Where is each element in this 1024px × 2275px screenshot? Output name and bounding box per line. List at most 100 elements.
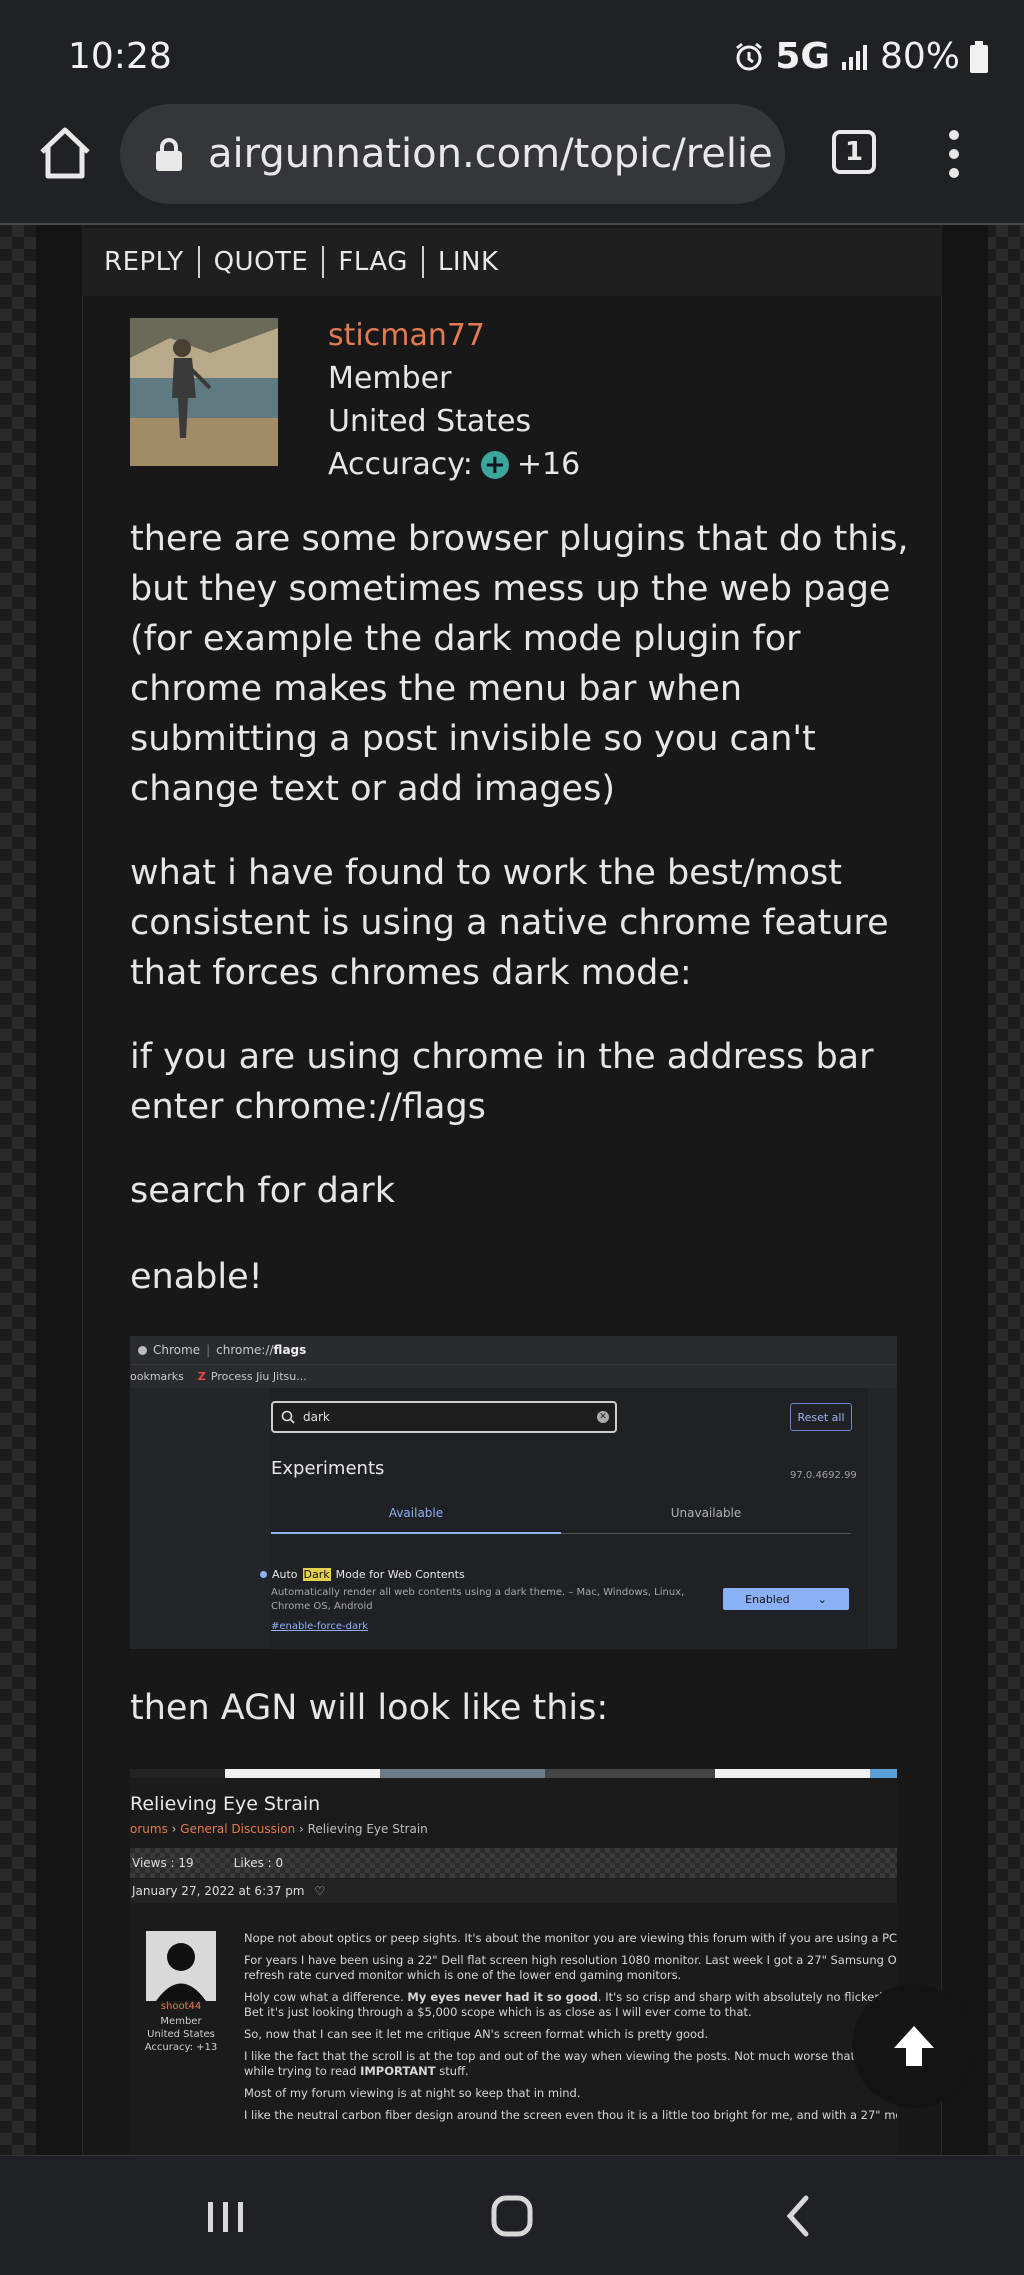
screenshot-paragraph: I like the fact that the scroll is at th… xyxy=(244,2049,897,2078)
home-icon[interactable] xyxy=(482,2186,542,2246)
screenshot-avatar xyxy=(146,1931,216,2001)
screenshot-post-text: Nope not about optics or peep sights. It… xyxy=(244,1931,897,2130)
post-paragraph: there are some browser plugins that do t… xyxy=(130,519,909,809)
accuracy-label: Accuracy: xyxy=(328,447,473,482)
screenshot-url-bold: flags xyxy=(273,1343,307,1357)
agn-dark-screenshot[interactable]: Relieving Eye Strain orums › General Dis… xyxy=(130,1769,897,2155)
post-paragraph: enable! xyxy=(130,1257,263,1297)
screenshot-paragraph: For years I have been using a 22" Dell f… xyxy=(244,1953,897,1982)
author-name[interactable]: sticman77 xyxy=(328,318,485,353)
address-bar[interactable]: airgunnation.com/topic/relie xyxy=(120,104,785,204)
avatar-photo xyxy=(130,318,278,466)
author-accuracy: Accuracy: + +16 xyxy=(328,447,580,482)
screenshot-search-box: dark ✕ xyxy=(271,1401,617,1433)
screenshot-user-accuracy: Accuracy: +13 xyxy=(144,2042,218,2053)
screenshot-right-panel xyxy=(868,1388,897,1649)
screenshot-reset-button: Reset all xyxy=(790,1403,852,1431)
screenshot-bookmark-item: Process Jiu Jitsu... xyxy=(210,1370,307,1383)
screenshot-date-bar: January 27, 2022 at 6:37 pm ♡ xyxy=(130,1879,897,1903)
flag-state: Enabled xyxy=(745,1592,790,1606)
separator xyxy=(322,246,325,278)
screenshot-flag-select: Enabled ⌄ xyxy=(723,1588,849,1610)
screenshot-heading: Experiments xyxy=(271,1458,385,1479)
flag-highlight: Dark xyxy=(302,1568,331,1581)
link-link[interactable]: LINK xyxy=(438,247,499,277)
signal-icon xyxy=(841,44,867,70)
url-text: airgunnation.com/topic/relie xyxy=(208,131,773,177)
crumb-general: General Discussion xyxy=(180,1822,296,1836)
screenshot-tab-bar: Chrome | chrome://flags xyxy=(130,1336,897,1364)
separator xyxy=(421,246,424,278)
screenshot-date: January 27, 2022 at 6:37 pm xyxy=(132,1884,305,1898)
browser-chrome: 10:28 5G 80% airgunnation.com/topic/reli… xyxy=(0,0,1024,225)
flag-suffix: Mode for Web Contents xyxy=(335,1568,465,1581)
screenshot-bookmarks-bar: ookmarks Z Process Jiu Jitsu... xyxy=(130,1364,897,1388)
heart-icon: ♡ xyxy=(314,1884,326,1898)
screenshot-paragraph: I like the neutral carbon fiber design a… xyxy=(244,2108,897,2122)
screenshot-flag-name: Auto Dark Mode for Web Contents xyxy=(260,1568,465,1581)
bookmark-favicon-icon: Z xyxy=(197,1370,206,1383)
screenshot-breadcrumb: orums › General Discussion › Relieving E… xyxy=(130,1822,428,1836)
clear-icon: ✕ xyxy=(597,1411,609,1423)
author-country: United States xyxy=(328,404,532,439)
reply-link[interactable]: REPLY xyxy=(104,247,184,277)
screenshot-username: shoot44 xyxy=(160,2001,202,2012)
overflow-menu-icon[interactable] xyxy=(940,128,968,180)
status-indicators: 5G 80% xyxy=(733,36,988,77)
screenshot-paragraph: Holy cow what a difference. My eyes neve… xyxy=(244,1990,897,2019)
screenshot-stats-bar: Views : 19 Likes : 0 xyxy=(130,1848,897,1878)
flag-prefix: Auto xyxy=(272,1568,298,1581)
screenshot-paragraph: Nope not about optics or peep sights. It… xyxy=(244,1931,897,1945)
screenshot-paragraph: Most of my forum viewing is at night so … xyxy=(244,2086,581,2100)
screenshot-paragraph: So, now that I can see it let me critiqu… xyxy=(244,2027,709,2041)
screenshot-flag-description: Automatically render all web contents us… xyxy=(271,1587,685,1612)
screenshot-flag-anchor: #enable-force-dark xyxy=(271,1621,369,1632)
screenshot-views: Views : 19 xyxy=(132,1856,194,1870)
screenshot-topic-title: Relieving Eye Strain xyxy=(130,1793,321,1815)
chevron-down-icon: ⌄ xyxy=(817,1592,827,1606)
back-icon[interactable] xyxy=(770,2186,830,2246)
crumb-topic: Relieving Eye Strain xyxy=(307,1822,428,1836)
screenshot-user-role: Member xyxy=(160,2016,202,2027)
screenshot-bookmarks: ookmarks xyxy=(130,1370,184,1383)
status-time: 10:28 xyxy=(68,36,172,77)
plus-icon: + xyxy=(480,450,509,479)
arrow-up-icon xyxy=(894,2026,934,2066)
flag-link[interactable]: FLAG xyxy=(338,247,408,277)
screenshot-header-strip xyxy=(130,1769,897,1778)
screenshot-user-country: United States xyxy=(147,2029,215,2040)
tabs-icon[interactable]: 1 xyxy=(832,130,876,174)
network-type: 5G xyxy=(775,36,830,77)
accuracy-value: +16 xyxy=(516,447,581,482)
avatar[interactable] xyxy=(130,318,278,466)
post-paragraph: what i have found to work the best/most … xyxy=(130,853,889,993)
post-action-bar: REPLY QUOTE FLAG LINK xyxy=(82,228,942,296)
post-paragraph: then AGN will look like this: xyxy=(130,1688,609,1728)
battery-icon xyxy=(970,40,988,73)
chrome-flags-screenshot[interactable]: Chrome | chrome://flags ookmarks Z Proces… xyxy=(130,1336,897,1649)
screenshot-tab-divider xyxy=(561,1533,851,1534)
screenshot-tab-unavailable: Unavailable xyxy=(670,1506,742,1520)
lock-icon xyxy=(156,138,182,171)
recent-apps-icon[interactable] xyxy=(196,2186,256,2246)
screenshot-search-value: dark xyxy=(303,1410,330,1424)
screenshot-tab-available: Available xyxy=(388,1506,444,1520)
crumb-forums: orums xyxy=(130,1822,168,1836)
screenshot-url-prefix: chrome:// xyxy=(216,1343,274,1357)
quote-link[interactable]: QUOTE xyxy=(214,247,309,277)
flag-dot-icon xyxy=(260,1571,267,1578)
author-role: Member xyxy=(328,361,452,396)
screenshot-tab-indicator xyxy=(271,1532,561,1534)
screenshot-tab-title: Chrome xyxy=(153,1343,201,1357)
post-paragraph: search for dark xyxy=(130,1171,395,1211)
screenshot-version: 97.0.4692.99 xyxy=(790,1470,857,1481)
screenshot-likes: Likes : 0 xyxy=(233,1856,284,1870)
battery-percent: 80% xyxy=(879,36,960,77)
home-icon[interactable] xyxy=(34,122,96,184)
post-paragraph: if you are using chrome in the address b… xyxy=(130,1037,874,1127)
scroll-to-top-button[interactable] xyxy=(852,1984,976,2108)
alarm-icon xyxy=(736,42,763,70)
screenshot-user-info: Member United States Accuracy: +13 xyxy=(130,2015,232,2054)
search-icon xyxy=(281,1410,295,1424)
separator xyxy=(197,246,200,278)
